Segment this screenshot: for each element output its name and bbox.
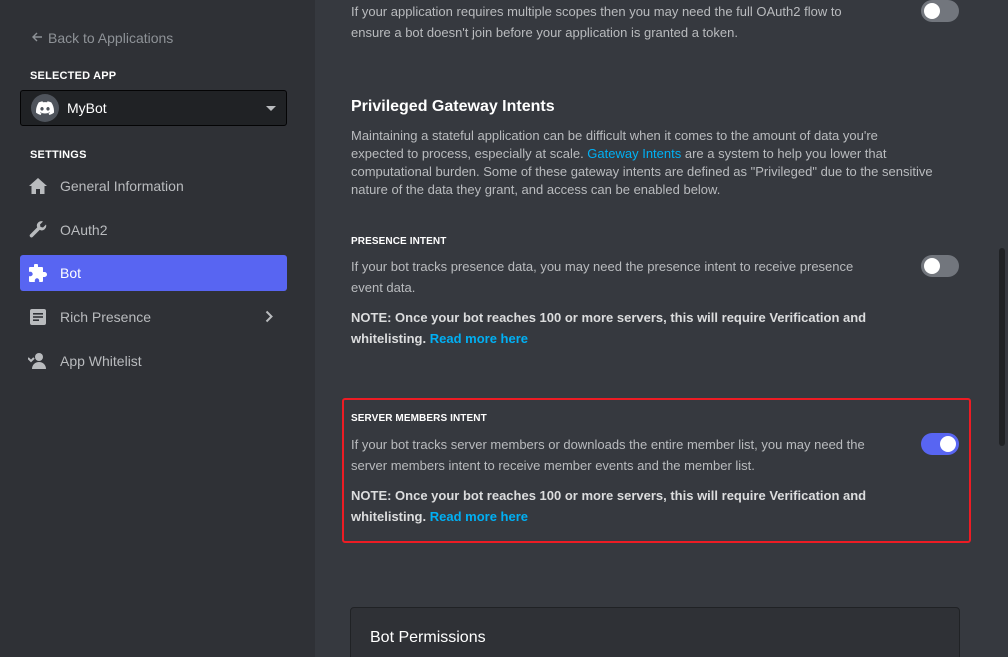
scopes-text-line1: If your application requires multiple sc…: [351, 4, 842, 19]
arrow-left-icon: [31, 30, 43, 46]
gateway-intents-link[interactable]: Gateway Intents: [587, 146, 681, 161]
note-text: whitelisting.: [351, 509, 427, 524]
settings-heading: SETTINGS: [30, 149, 87, 161]
toggle-knob: [924, 258, 940, 274]
privileged-desc-line2: expected to process, especially at scale…: [351, 145, 886, 163]
presence-intent-note-line1: NOTE: Once your bot reaches 100 or more …: [351, 310, 867, 325]
selected-app-heading: SELECTED APP: [30, 70, 117, 82]
presence-intent-label: PRESENCE INTENT: [351, 236, 447, 247]
server-members-read-more-link[interactable]: Read more here: [430, 509, 528, 524]
sidebar-item-oauth2[interactable]: OAuth2: [20, 212, 287, 248]
home-icon: [28, 176, 48, 196]
sidebar-item-rich-presence[interactable]: Rich Presence: [20, 299, 287, 335]
privileged-intents-title: Privileged Gateway Intents: [351, 98, 555, 115]
presence-intent-desc-line2: event data.: [351, 280, 416, 295]
chevron-right-icon: [265, 310, 273, 326]
privileged-desc-line4: nature of the data they grant, and acces…: [351, 182, 721, 197]
sidebar-item-app-whitelist[interactable]: App Whitelist: [20, 343, 287, 379]
sidebar-item-label: Bot: [60, 265, 82, 281]
presence-read-more-link[interactable]: Read more here: [430, 331, 528, 346]
puzzle-icon: [28, 263, 48, 283]
toggle-knob: [940, 436, 956, 452]
back-label: Back to Applications: [48, 30, 174, 46]
sidebar: Back to Applications SELECTED APP MyBot …: [0, 0, 315, 657]
presence-intent-note-line2: whitelisting. Read more here: [351, 330, 528, 348]
privileged-desc-line3: computational burden. Some of these gate…: [351, 164, 933, 179]
server-members-note-line1: NOTE: Once your bot reaches 100 or more …: [351, 488, 867, 503]
sidebar-item-label: App Whitelist: [60, 353, 142, 369]
caret-down-icon: [266, 106, 276, 111]
server-members-intent-label: SERVER MEMBERS INTENT: [351, 413, 487, 424]
wrench-icon: [28, 220, 48, 240]
scopes-text-line2: ensure a bot doesn't join before your ap…: [351, 25, 738, 40]
server-members-intent-desc-line2: server members intent to receive member …: [351, 458, 755, 473]
sidebar-item-label: Rich Presence: [60, 309, 152, 325]
privileged-desc-line1: Maintaining a stateful application can b…: [351, 128, 878, 143]
require-oauth2-toggle[interactable]: [921, 0, 959, 22]
note-text: whitelisting.: [351, 331, 427, 346]
privileged-desc-text: expected to process, especially at scale…: [351, 146, 588, 161]
sidebar-item-general-information[interactable]: General Information: [20, 168, 287, 204]
sidebar-item-label: OAuth2: [60, 222, 108, 238]
privileged-desc-text: are a system to help you lower that: [681, 146, 887, 161]
toggle-knob: [924, 3, 940, 19]
app-name: MyBot: [67, 100, 107, 116]
discord-logo-icon: [31, 94, 59, 122]
main-content: If your application requires multiple sc…: [315, 0, 1008, 657]
user-whitelist-icon: [28, 351, 48, 371]
presence-intent-toggle[interactable]: [921, 255, 959, 277]
document-icon: [28, 307, 48, 327]
server-members-intent-desc-line1: If your bot tracks server members or dow…: [351, 437, 865, 452]
app-selector-dropdown[interactable]: MyBot: [20, 90, 287, 126]
presence-intent-desc-line1: If your bot tracks presence data, you ma…: [351, 259, 854, 274]
sidebar-item-label: General Information: [60, 178, 184, 194]
server-members-note-line2: whitelisting. Read more here: [351, 508, 528, 526]
sidebar-item-bot[interactable]: Bot: [20, 255, 287, 291]
main-scrollbar[interactable]: [999, 248, 1005, 446]
back-to-applications-link[interactable]: Back to Applications: [31, 30, 173, 46]
server-members-intent-toggle[interactable]: [921, 433, 959, 455]
bot-permissions-panel: Bot Permissions: [350, 607, 960, 657]
bot-permissions-title: Bot Permissions: [370, 629, 486, 646]
